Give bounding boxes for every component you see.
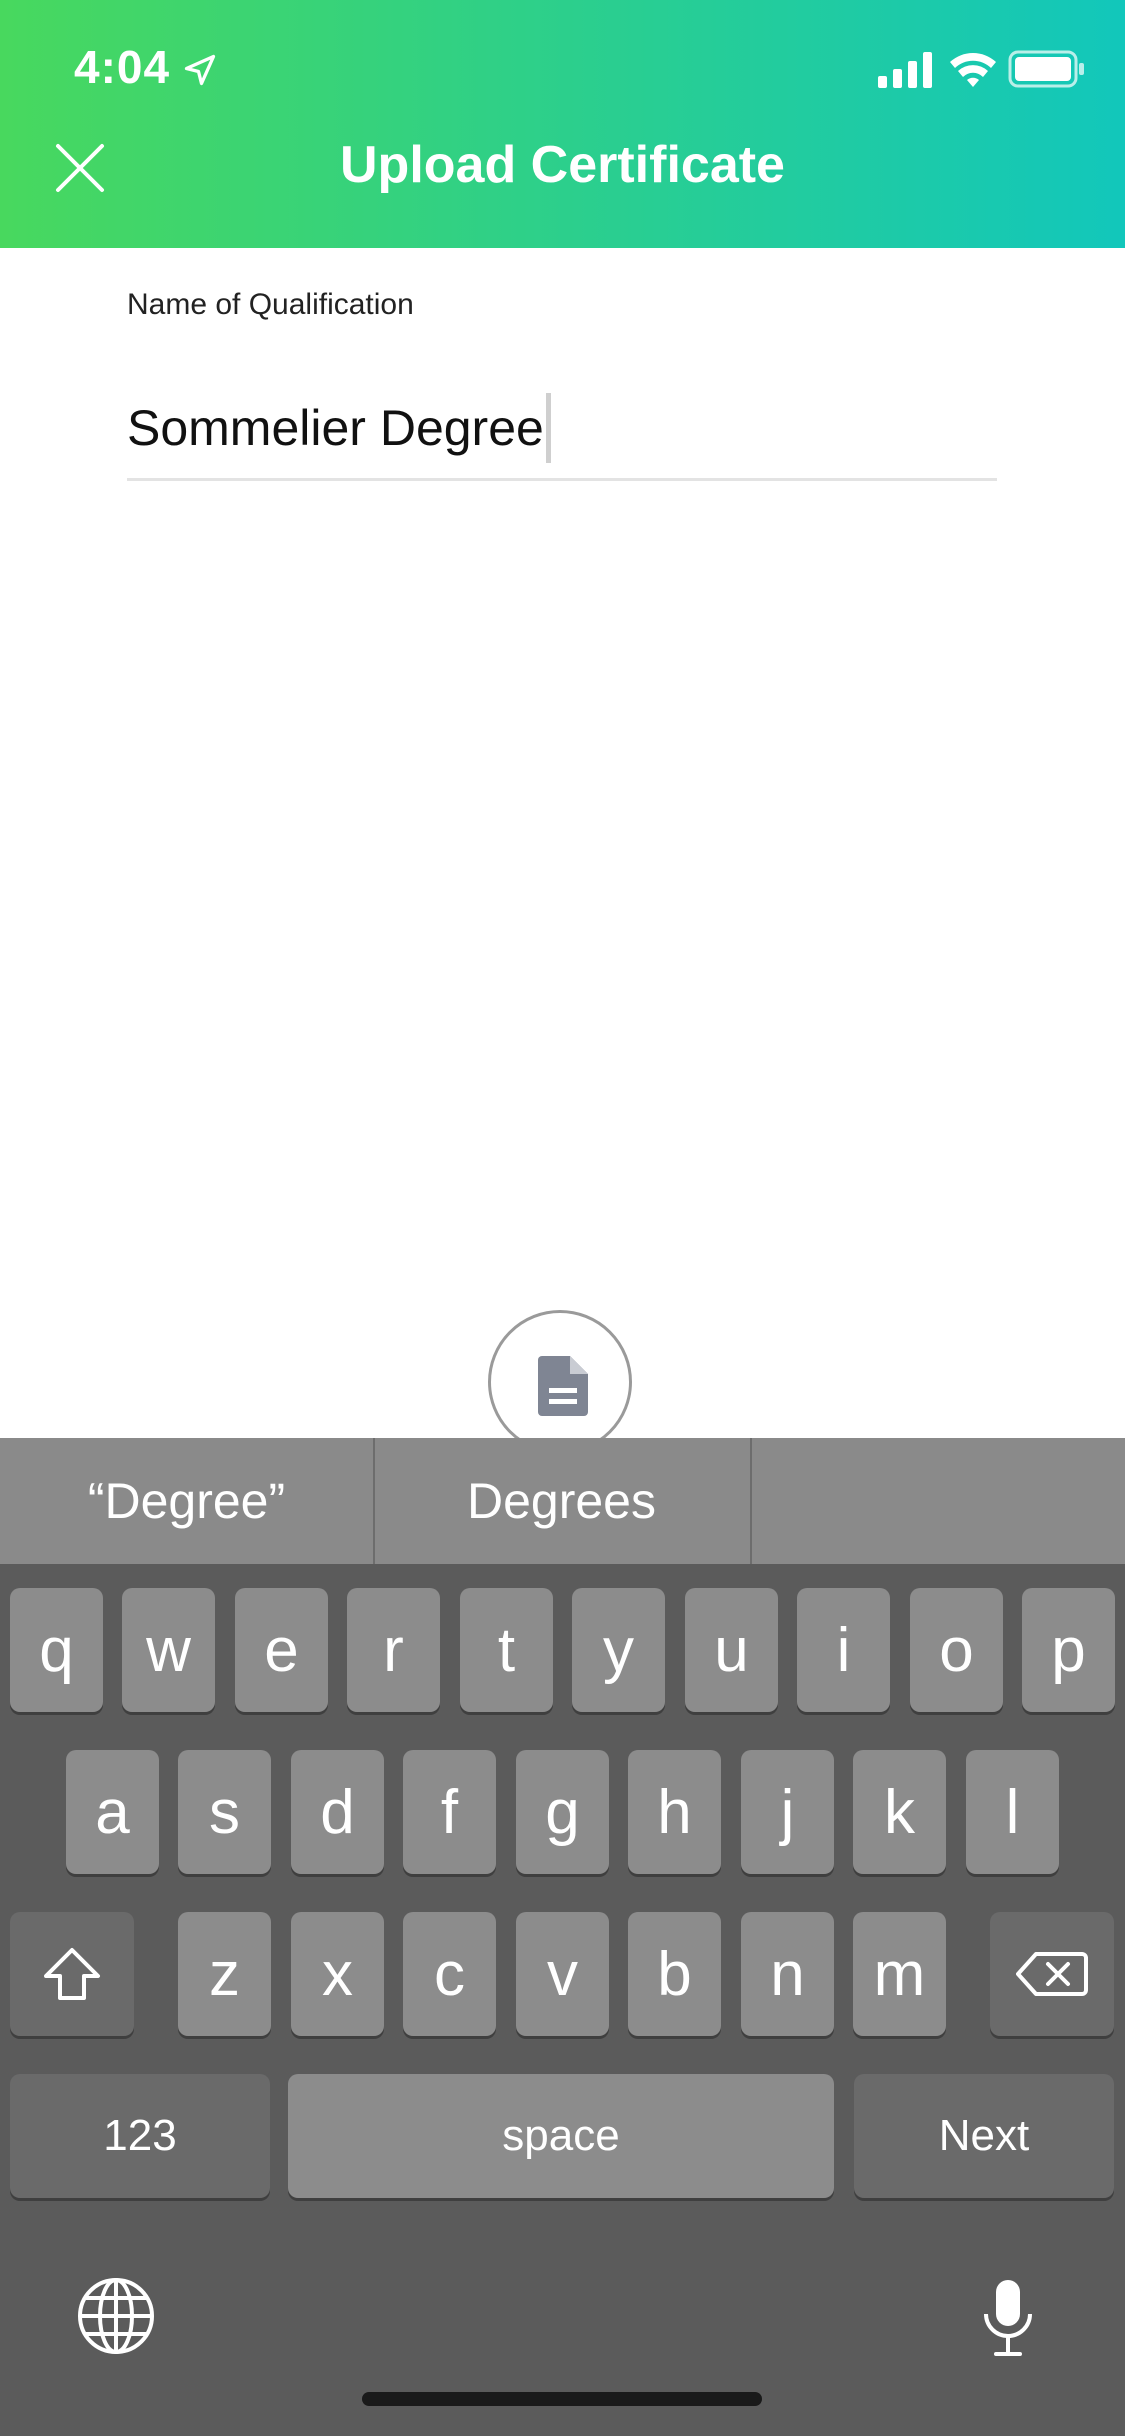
- qualification-input[interactable]: Sommelier Degree: [127, 378, 997, 481]
- space-key[interactable]: space: [288, 2074, 834, 2198]
- key-t[interactable]: t: [460, 1588, 553, 1712]
- key-z[interactable]: z: [178, 1912, 271, 2036]
- key-c[interactable]: c: [403, 1912, 496, 2036]
- keyboard: “Degree” Degrees q w e r t y u i o p a s…: [0, 1438, 1125, 2436]
- status-time: 4:04: [74, 41, 171, 93]
- key-l[interactable]: l: [966, 1750, 1059, 1874]
- delete-icon: [1016, 1952, 1088, 1996]
- upload-document-button[interactable]: [488, 1310, 632, 1454]
- key-i[interactable]: i: [797, 1588, 890, 1712]
- key-m[interactable]: m: [853, 1912, 946, 2036]
- key-r[interactable]: r: [347, 1588, 440, 1712]
- key-p[interactable]: p: [1022, 1588, 1115, 1712]
- shift-key[interactable]: [10, 1912, 134, 2036]
- location-arrow-icon: [184, 54, 216, 86]
- page-title: Upload Certificate: [340, 136, 785, 194]
- home-indicator: [362, 2392, 762, 2406]
- qualification-label: Name of Qualification: [127, 288, 414, 321]
- key-x[interactable]: x: [291, 1912, 384, 2036]
- text-caret: [545, 393, 551, 463]
- key-u[interactable]: u: [685, 1588, 778, 1712]
- key-g[interactable]: g: [516, 1750, 609, 1874]
- key-y[interactable]: y: [572, 1588, 665, 1712]
- key-k[interactable]: k: [853, 1750, 946, 1874]
- document-icon: [538, 1356, 588, 1416]
- wifi-icon: [950, 53, 996, 87]
- key-s[interactable]: s: [178, 1750, 271, 1874]
- suggestion-bar: “Degree” Degrees: [0, 1438, 1125, 1564]
- key-w[interactable]: w: [122, 1588, 215, 1712]
- key-a[interactable]: a: [66, 1750, 159, 1874]
- key-b[interactable]: b: [628, 1912, 721, 2036]
- qualification-input-value: Sommelier Degree: [127, 400, 544, 456]
- app-header: 4:04 Upload Certificate: [0, 0, 1125, 248]
- key-e[interactable]: e: [235, 1588, 328, 1712]
- next-key[interactable]: Next: [854, 2074, 1114, 2198]
- suggestion-3[interactable]: [752, 1438, 1125, 1564]
- battery-icon: [1008, 50, 1084, 88]
- key-f[interactable]: f: [403, 1750, 496, 1874]
- key-n[interactable]: n: [741, 1912, 834, 2036]
- suggestion-2[interactable]: Degrees: [375, 1438, 748, 1564]
- numbers-key[interactable]: 123: [10, 2074, 270, 2198]
- signal-icon: [878, 52, 932, 88]
- key-d[interactable]: d: [291, 1750, 384, 1874]
- suggestion-1[interactable]: “Degree”: [0, 1438, 373, 1564]
- microphone-icon[interactable]: [980, 2278, 1036, 2358]
- key-v[interactable]: v: [516, 1912, 609, 2036]
- delete-key[interactable]: [990, 1912, 1114, 2036]
- key-j[interactable]: j: [741, 1750, 834, 1874]
- shift-icon: [44, 1948, 100, 2000]
- key-h[interactable]: h: [628, 1750, 721, 1874]
- globe-icon[interactable]: [76, 2276, 156, 2356]
- key-o[interactable]: o: [910, 1588, 1003, 1712]
- key-q[interactable]: q: [10, 1588, 103, 1712]
